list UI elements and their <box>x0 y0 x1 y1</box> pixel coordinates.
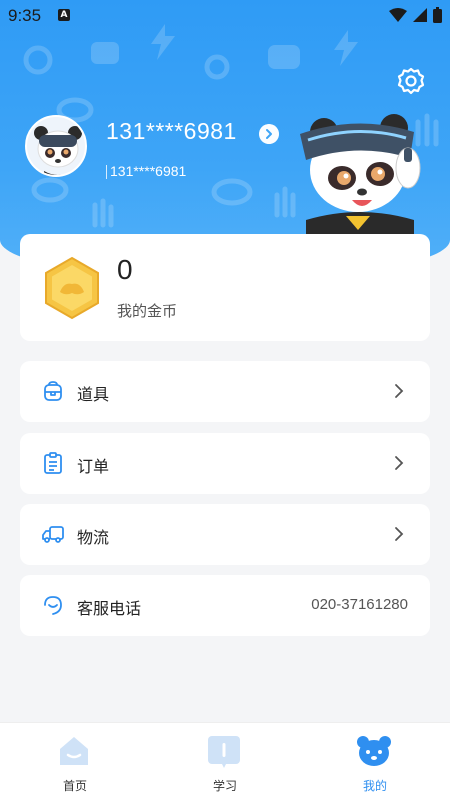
customer-service-phone[interactable]: 020-37161280 <box>311 596 408 613</box>
tab-label: 我的 <box>362 779 387 793</box>
notification-badge-icon: A <box>58 9 70 21</box>
tab-label: 首页 <box>62 779 87 793</box>
clipboard-icon <box>44 452 62 474</box>
home-icon <box>60 737 88 765</box>
status-bar: 9:35 A <box>0 0 450 32</box>
menu-item-logistics[interactable]: 物流 <box>20 504 430 565</box>
tab-study[interactable]: 学习 <box>150 723 300 800</box>
chevron-right-icon <box>395 384 404 398</box>
truck-icon <box>42 526 64 543</box>
doodle-hand-icon <box>92 198 114 228</box>
doodle-ring-icon <box>31 177 69 203</box>
menu-item-customer-service[interactable]: 客服电话 020-37161280 <box>20 575 430 636</box>
menu-item-label: 道具 <box>77 385 110 404</box>
bottom-tab-bar: 首页 学习 我的 <box>0 722 450 800</box>
profile-display-name[interactable]: 131****6981 <box>106 118 237 145</box>
settings-gear-icon[interactable] <box>396 66 426 96</box>
bear-icon <box>357 736 391 766</box>
coin-label: 我的金币 <box>117 302 178 320</box>
coin-balance: 0 <box>117 254 133 285</box>
menu-item-label: 订单 <box>77 457 110 476</box>
user-avatar[interactable] <box>25 115 87 177</box>
chevron-right-icon <box>395 456 404 470</box>
menu-item-props[interactable]: 道具 <box>20 361 430 422</box>
doodle-gear-icon <box>23 45 53 75</box>
signal-icon <box>413 8 427 22</box>
profile-detail-chevron-icon[interactable] <box>259 124 279 144</box>
book-icon <box>208 736 240 768</box>
doodle-ring-icon <box>211 178 253 206</box>
doodle-gear-icon <box>204 54 230 80</box>
status-indicators <box>389 7 442 23</box>
status-time: 9:35 <box>8 6 42 25</box>
battery-icon <box>433 7 442 23</box>
profile-account-id: 131****6981 <box>105 163 187 179</box>
wifi-icon <box>389 8 407 22</box>
tab-label: 学习 <box>212 779 237 793</box>
backpack-icon <box>44 381 62 401</box>
chevron-right-icon <box>395 527 404 541</box>
panda-mascot-icon <box>300 114 421 234</box>
tab-mine[interactable]: 我的 <box>300 723 450 800</box>
menu-item-orders[interactable]: 订单 <box>20 433 430 494</box>
doodle-camera-icon <box>268 45 300 69</box>
tab-home[interactable]: 首页 <box>0 723 150 800</box>
coin-card[interactable]: 0 我的金币 <box>20 234 430 341</box>
doodle-bolt-icon <box>334 30 358 66</box>
doodle-camera-icon <box>91 42 119 64</box>
menu-item-label: 物流 <box>77 528 110 547</box>
menu-item-label: 客服电话 <box>77 599 142 618</box>
headset-icon <box>44 596 62 615</box>
gold-coin-icon <box>45 256 99 320</box>
